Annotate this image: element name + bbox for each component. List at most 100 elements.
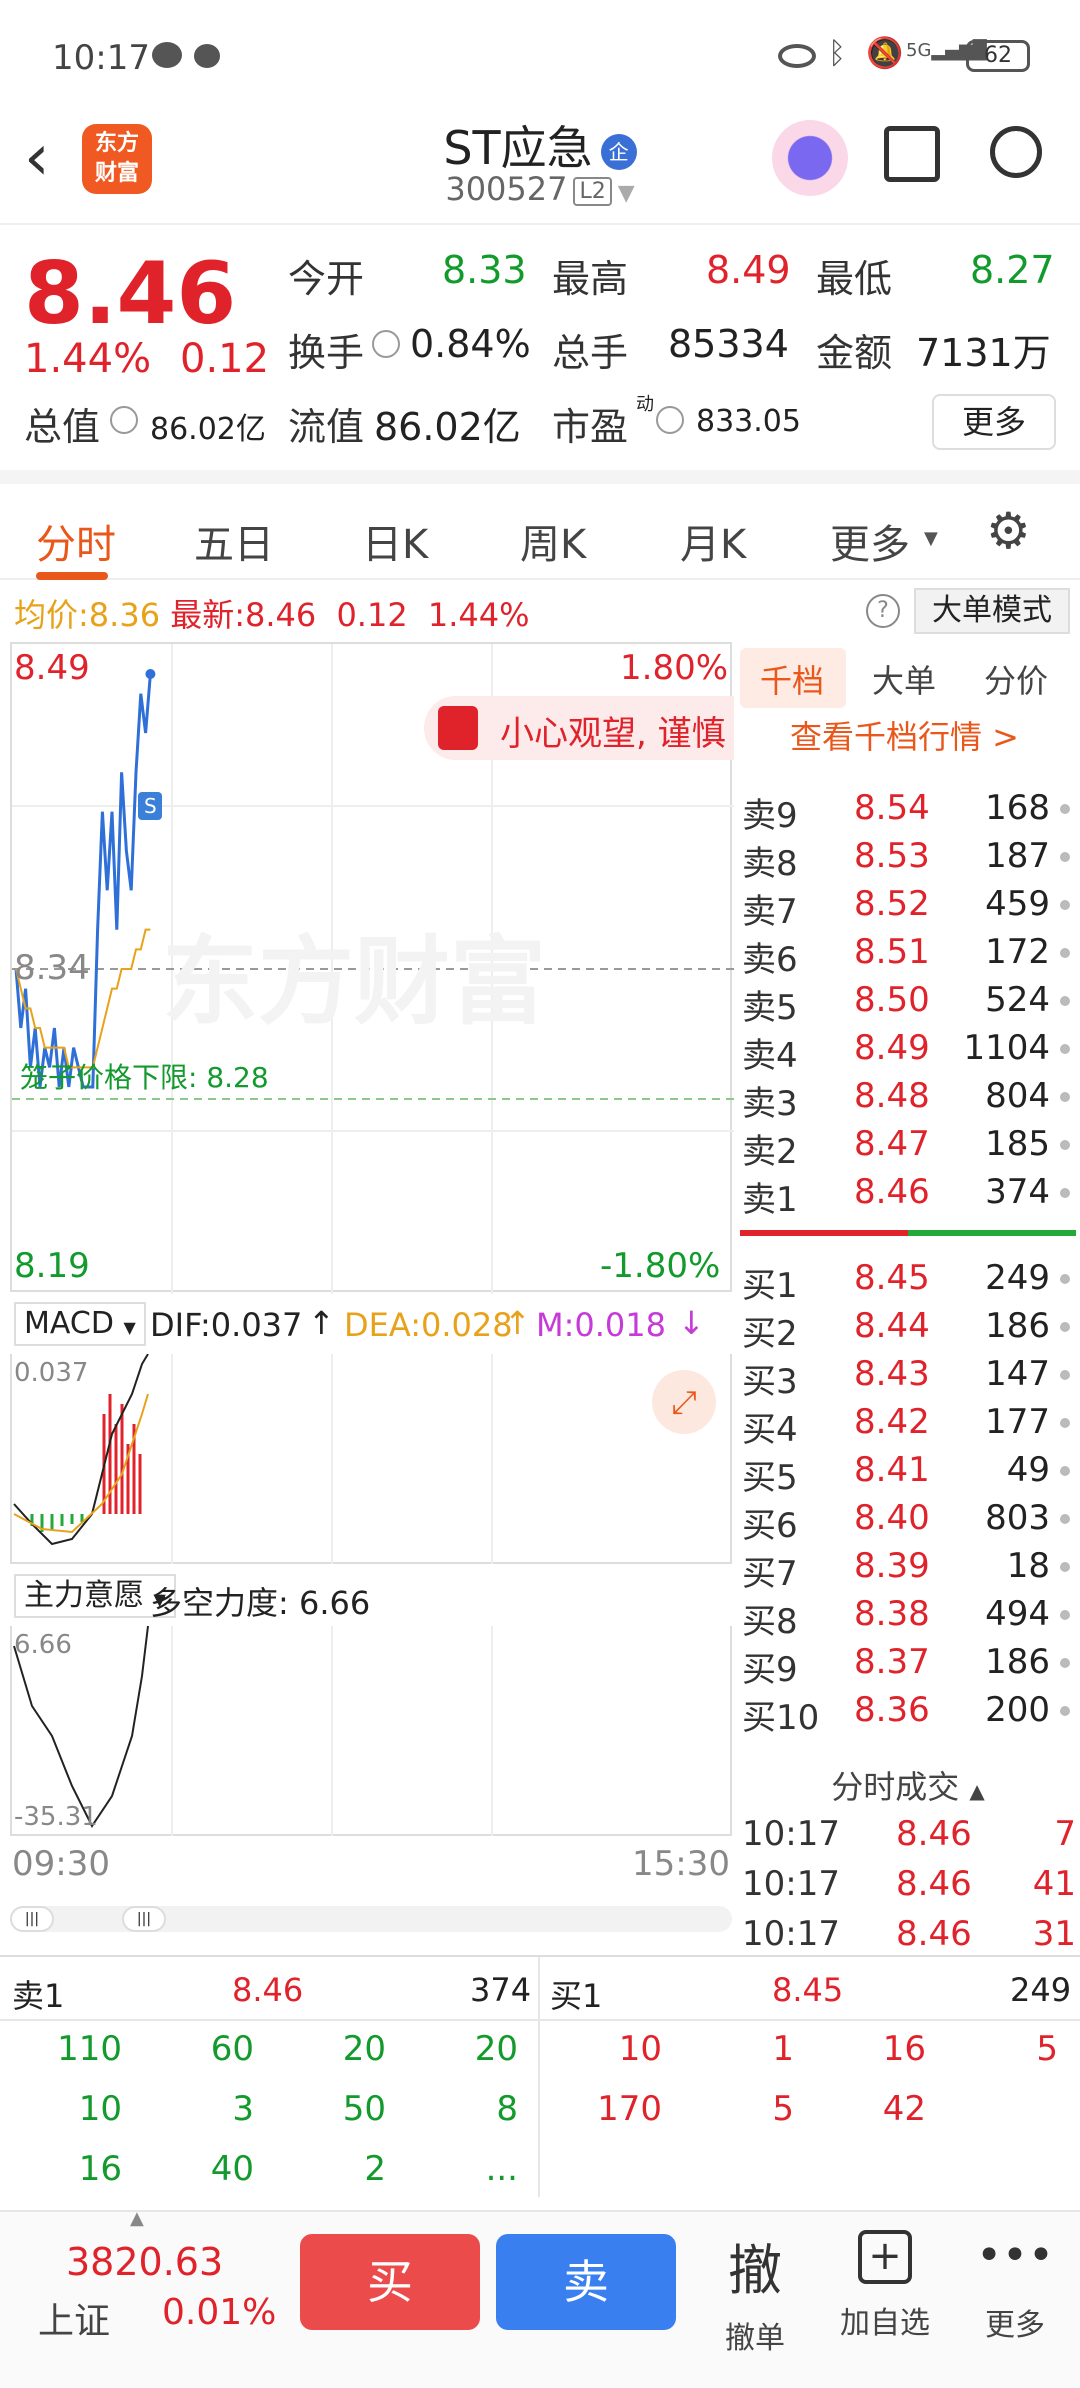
- level-volume: 186: [985, 1642, 1050, 1682]
- level-volume: 177: [985, 1402, 1050, 1442]
- depth-ask-price: 8.46: [232, 1971, 304, 2009]
- dot-icon: [1060, 1370, 1070, 1380]
- bid-list: 买1 8.45 249 买2 8.44 186 买3 8.43 147 买4 8.42 177 买5 8.…: [736, 1254, 1080, 1738]
- scroll-handle-left[interactable]: |||: [10, 1906, 54, 1932]
- level2-badge: L2: [573, 176, 612, 206]
- dot-icon: [1060, 1274, 1070, 1284]
- tab-big-orders[interactable]: 大单: [872, 656, 936, 702]
- more-menu-button[interactable]: ••• 更多: [960, 2226, 1070, 2376]
- ask-level-row[interactable]: 卖4 8.49 1104: [736, 1024, 1080, 1076]
- time-start: 09:30: [12, 1844, 110, 1884]
- search-icon[interactable]: [990, 126, 1042, 178]
- help-icon[interactable]: ?: [866, 594, 900, 628]
- add-watchlist-button[interactable]: + 加自选: [820, 2226, 950, 2376]
- level-label: 买7: [742, 1554, 798, 1594]
- bid-level-row[interactable]: 买2 8.44 186: [736, 1302, 1080, 1354]
- time-scrollbar[interactable]: ||| |||: [10, 1906, 732, 1932]
- pe-label: 市盈: [552, 405, 629, 449]
- info-icon[interactable]: [372, 330, 400, 358]
- level-price: 8.39: [854, 1546, 930, 1586]
- share-icon[interactable]: [884, 126, 940, 182]
- robot-avatar[interactable]: [772, 120, 848, 196]
- tab-underline: [36, 572, 108, 580]
- mainforce-chart[interactable]: 6.66 -35.31: [10, 1626, 732, 1836]
- ask-level-row[interactable]: 卖2 8.47 185: [736, 1120, 1080, 1172]
- banner-text: 小心观望, 谨慎: [500, 714, 726, 754]
- stock-code-text: 300527: [445, 170, 568, 208]
- level-price: 8.38: [854, 1594, 930, 1634]
- macd-top-value: 0.037: [14, 1358, 89, 1388]
- ask-level-row[interactable]: 卖5 8.50 524: [736, 976, 1080, 1028]
- depth-bid-vol: 249: [1010, 1971, 1072, 2009]
- bid-level-row[interactable]: 买1 8.45 249: [736, 1254, 1080, 1306]
- ask-level-row[interactable]: 卖9 8.54 168: [736, 784, 1080, 836]
- level-volume: 804: [985, 1076, 1050, 1116]
- index-value[interactable]: 3820.63: [66, 2240, 223, 2284]
- scroll-handle-right[interactable]: |||: [122, 1906, 166, 1932]
- bid-level-row[interactable]: 买3 8.43 147: [736, 1350, 1080, 1402]
- low-value: 8.27: [970, 248, 1055, 292]
- trade-price: 8.46: [896, 1864, 972, 1904]
- more-button[interactable]: 更多: [932, 394, 1056, 450]
- level-price: 8.43: [854, 1354, 930, 1394]
- intraday-chart[interactable]: 东方财富 8.49 1.80% 8.34 笼子价格下限: 8.28 8.19 -…: [10, 642, 734, 1294]
- bid-level-row[interactable]: 买10 8.36 200: [736, 1686, 1080, 1738]
- info-icon[interactable]: [656, 406, 684, 434]
- level-price: 8.41: [854, 1450, 930, 1490]
- tab-intraday[interactable]: 分时: [36, 512, 116, 570]
- warning-banner[interactable]: 小心观望, 谨慎: [424, 696, 734, 760]
- ask-level-row[interactable]: 卖8 8.53 187: [736, 832, 1080, 884]
- tab-weekly-k[interactable]: 周K: [520, 512, 586, 570]
- caret-up-icon: ▲: [969, 1779, 985, 1803]
- watermark: 东方财富: [162, 926, 546, 1038]
- mcap-label: 总值: [24, 405, 101, 449]
- ask-level-row[interactable]: 卖3 8.48 804: [736, 1072, 1080, 1124]
- big-order-mode-button[interactable]: 大单模式: [914, 588, 1070, 634]
- level-volume: 494: [985, 1594, 1050, 1634]
- bid-level-row[interactable]: 买5 8.41 49: [736, 1446, 1080, 1498]
- amount-value: 7131万: [916, 331, 1051, 375]
- tab-five-day[interactable]: 五日: [194, 512, 274, 570]
- level-label: 卖2: [742, 1132, 798, 1172]
- view-thousand-link[interactable]: 查看千档行情 >: [790, 712, 1019, 758]
- tab-price-dist[interactable]: 分价: [984, 656, 1048, 702]
- turnover-label: 换手: [288, 331, 365, 375]
- tab-monthly-k[interactable]: 月K: [680, 512, 746, 570]
- sell-button[interactable]: 卖: [496, 2234, 676, 2330]
- dot-icon: [1060, 1418, 1070, 1428]
- mute-icon: 🔕: [866, 36, 904, 71]
- caret-down-icon: ▼: [123, 1318, 136, 1337]
- macd-chart[interactable]: 0.037 ⤢: [10, 1354, 732, 1564]
- ask-level-row[interactable]: 卖6 8.51 172: [736, 928, 1080, 980]
- tab-daily-k[interactable]: 日K: [362, 512, 428, 570]
- stock-header: ‹ 东方 财富 ST应急企 300527 L2 ▼: [0, 110, 1080, 225]
- bid-level-row[interactable]: 买8 8.38 494: [736, 1590, 1080, 1642]
- bid-level-row[interactable]: 买6 8.40 803: [736, 1494, 1080, 1546]
- open-label: 今开: [288, 257, 365, 301]
- depth-cell: 20: [474, 2029, 518, 2069]
- bid-level-row[interactable]: 买7 8.39 18: [736, 1542, 1080, 1594]
- macd-selector[interactable]: MACD ▼: [14, 1302, 146, 1346]
- high-label: 最高: [552, 257, 629, 301]
- pe-value: 833.05: [696, 404, 801, 439]
- tab-thousand-level[interactable]: 千档: [760, 656, 824, 702]
- gear-icon[interactable]: ⚙: [986, 506, 1031, 556]
- expand-icon[interactable]: ⤢: [652, 1370, 716, 1434]
- ask-level-row[interactable]: 卖7 8.52 459: [736, 880, 1080, 932]
- plus-box-icon: +: [858, 2230, 912, 2284]
- info-icon[interactable]: [110, 406, 138, 434]
- trades-title[interactable]: 分时成交 ▲: [736, 1762, 1080, 1808]
- level-price: 8.45: [854, 1258, 930, 1298]
- tab-more[interactable]: 更多: [830, 512, 910, 570]
- change-value: 0.12: [180, 336, 270, 382]
- s-marker-icon[interactable]: S: [138, 792, 163, 820]
- level-label: 卖3: [742, 1084, 798, 1124]
- last-price: 8.46: [24, 244, 237, 344]
- level-price: 8.51: [854, 932, 930, 972]
- bid-level-row[interactable]: 买9 8.37 186: [736, 1638, 1080, 1690]
- ask-level-row[interactable]: 卖1 8.46 374: [736, 1168, 1080, 1220]
- buy-button[interactable]: 买: [300, 2234, 480, 2330]
- dot-icon: [1060, 1514, 1070, 1524]
- cancel-order-button[interactable]: 撤 撤单: [700, 2226, 810, 2376]
- bid-level-row[interactable]: 买4 8.42 177: [736, 1398, 1080, 1450]
